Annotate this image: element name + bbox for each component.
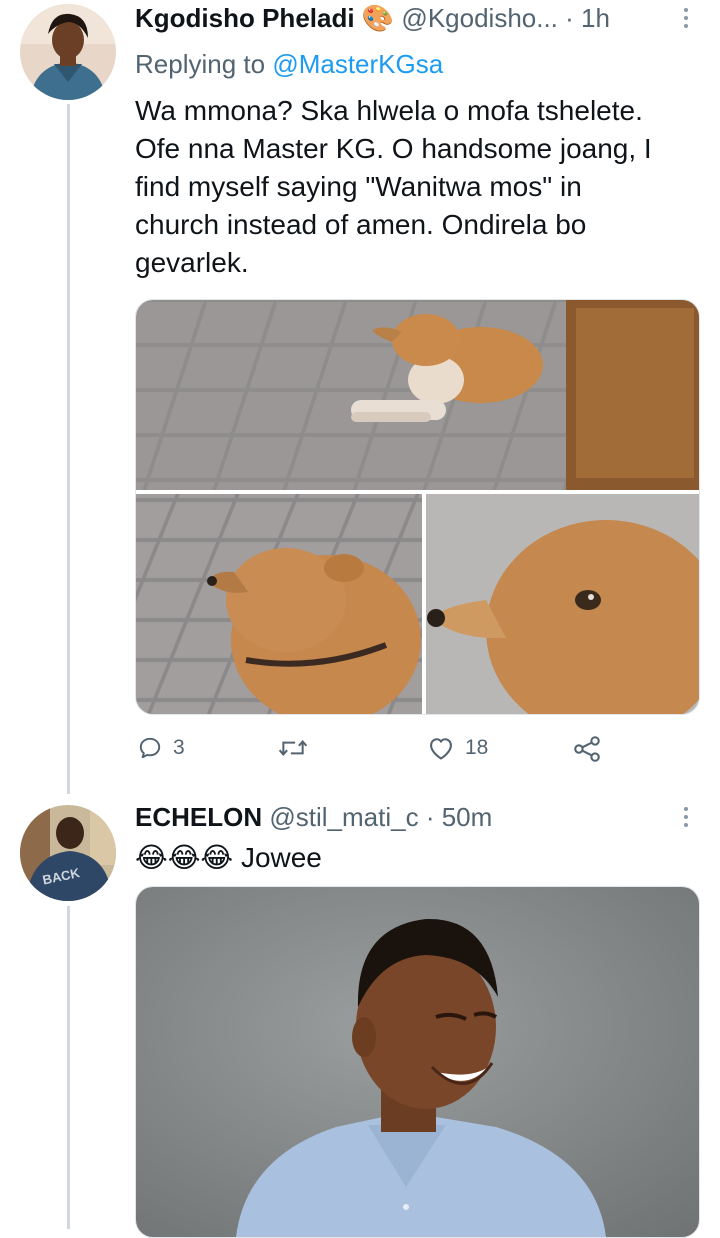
tweet-header: Kgodisho Pheladi 🎨 @Kgodisho... · 1h — [135, 2, 610, 34]
tweet-text-line: find myself saying "Wanitwa mos" in — [135, 171, 582, 202]
reply-button[interactable]: 3 — [137, 735, 185, 761]
display-name[interactable]: Kgodisho Pheladi — [135, 3, 355, 33]
tweet-text-line: Wa mmona? Ska hlwela o mofa tshelete. — [135, 95, 643, 126]
timestamp[interactable]: 1h — [581, 3, 610, 33]
share-icon — [574, 736, 600, 762]
avatar[interactable]: BACK — [20, 805, 116, 901]
thread-line-bottom — [67, 906, 70, 1229]
tweet-text: 😂😂😂 Jowee — [135, 839, 322, 877]
separator-dot: · — [425, 802, 435, 832]
retweet-button[interactable] — [278, 735, 318, 761]
replying-to-line: Replying to @MasterKGsa — [135, 48, 443, 80]
mention-link[interactable]: @MasterKGsa — [272, 49, 443, 79]
like-count: 18 — [465, 736, 489, 759]
more-vertical-icon[interactable] — [683, 8, 689, 32]
tweet-media-photo[interactable] — [135, 886, 700, 1238]
separator-dot: · — [565, 3, 574, 33]
laughing-emojis: 😂😂😂 — [135, 842, 234, 873]
tweet-text-line: Jowee — [240, 842, 322, 873]
timestamp[interactable]: 50m — [442, 802, 493, 832]
handle[interactable]: @Kgodisho... — [401, 3, 557, 33]
reply-count: 3 — [173, 736, 185, 759]
palette-emoji: 🎨 — [361, 3, 395, 33]
display-name[interactable]: ECHELON — [135, 802, 262, 832]
tweet-header: ECHELON @stil_mati_c · 50m — [135, 801, 492, 833]
tweet-text: Wa mmona? Ska hlwela o mofa tshelete. Of… — [135, 92, 652, 282]
retweet-icon — [278, 740, 308, 756]
reply-icon — [139, 737, 161, 759]
thread-line-top — [67, 104, 70, 794]
tweet-media-dog-meme[interactable] — [135, 299, 700, 715]
tweet-text-line: gevarlek. — [135, 247, 249, 278]
more-vertical-icon[interactable] — [683, 807, 689, 831]
tweet-text-line: church instead of amen. Ondirela bo — [135, 209, 587, 240]
heart-icon — [430, 738, 452, 760]
like-button[interactable]: 18 — [427, 735, 488, 761]
avatar[interactable] — [20, 4, 116, 100]
handle[interactable]: @stil_mati_c — [269, 802, 418, 832]
share-button[interactable] — [572, 735, 602, 763]
tweet-text-line: Ofe nna Master KG. O handsome joang, I — [135, 133, 652, 164]
replying-to-label: Replying to — [135, 49, 266, 79]
